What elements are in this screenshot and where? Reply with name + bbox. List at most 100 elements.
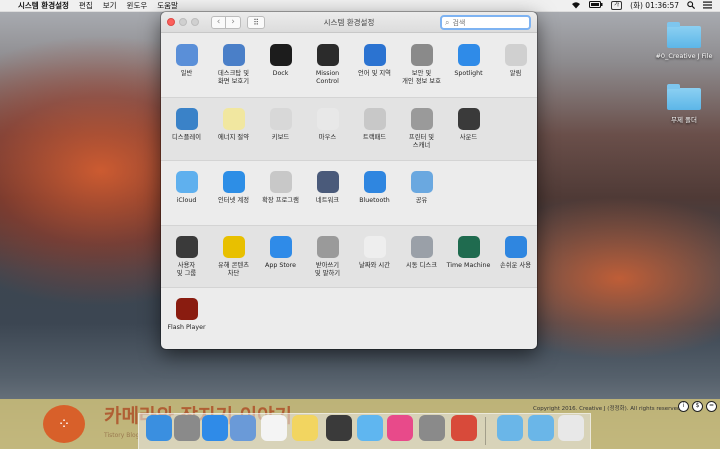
pref-pane-label: 일반 [180,70,193,77]
back-button[interactable]: ‹ [211,15,226,29]
desktop-folder-untitled[interactable]: 무제 폴더 [654,84,714,124]
search-icon: ⌕ [445,17,450,27]
menu-app-name[interactable]: 시스템 환경설정 [18,0,69,11]
safari-icon[interactable] [202,415,228,441]
desktop-folder-creative-j[interactable]: #0_Creative J File [654,22,714,60]
notification-center-icon[interactable] [703,1,712,11]
show-all-grid-button[interactable]: ⠿ [247,15,265,29]
minimize-button[interactable] [179,18,187,26]
finder-icon[interactable] [146,415,172,441]
pref-pane-extensions[interactable]: 확장 프로그램 [257,171,304,225]
pref-pane-network[interactable]: 네트워크 [304,171,351,225]
calendar-icon[interactable] [261,415,287,441]
pref-pane-printers-scanners[interactable]: 프린터 및 스캐너 [398,108,445,160]
close-button[interactable] [167,18,175,26]
pref-pane-label: Dock [272,70,289,77]
menu-edit[interactable]: 편집 [79,0,93,11]
pref-pane-label: 언어 및 지역 [358,70,391,77]
menu-clock[interactable]: (화) 01:36:57 [630,0,679,11]
pref-pane-spotlight[interactable]: Spotlight [445,44,492,97]
pref-pane-energy-saver[interactable]: 에너지 절약 [210,108,257,160]
pref-pane-icloud[interactable]: iCloud [163,171,210,225]
wifi-icon[interactable] [571,1,581,11]
battery-icon[interactable] [589,1,603,10]
system-preferences-window: ‹ › ⠿ 시스템 환경설정 ⌕ 일반 데스크탑 및 화면 보호기 Dock Miss… [161,12,537,349]
general-icon [175,44,198,66]
menu-bar: 시스템 환경설정 편집 보기 윈도우 도움말 가 (화) 01:36:57 [0,0,720,12]
dock-separator [485,417,486,445]
system-preferences-icon[interactable] [419,415,445,441]
pref-pane-notifications[interactable]: 알림 [492,44,537,97]
pref-pane-security-privacy[interactable]: 보안 및 개인 정보 보호 [398,44,445,97]
pref-pane-time-machine[interactable]: Time Machine [445,236,492,287]
menu-help[interactable]: 도움말 [157,0,178,11]
folder-icon [667,22,701,48]
pref-pane-label: 데스크탑 및 화면 보호기 [218,70,249,85]
pref-pane-label: 네트워크 [315,197,340,204]
menu-view[interactable]: 보기 [103,0,117,11]
creative-cloud-icon[interactable] [451,415,477,441]
icloud-icon [175,171,198,193]
pref-pane-dictation-speech[interactable]: 받아쓰기 및 말하기 [304,236,351,287]
pref-pane-dock[interactable]: Dock [257,44,304,97]
displays-icon [175,108,198,130]
input-source-icon[interactable]: 가 [611,1,623,10]
messages-icon[interactable] [357,415,383,441]
downloads-folder-icon[interactable] [497,415,523,441]
date-time-icon [363,236,386,258]
pref-pane-label: 에너지 절약 [218,134,249,141]
notes-icon[interactable] [292,415,318,441]
search-input[interactable] [452,18,513,27]
pref-pane-sharing[interactable]: 공유 [398,171,445,225]
printers-scanners-icon [410,108,433,130]
extensions-icon [269,171,292,193]
preview-icon[interactable] [230,415,256,441]
pref-pane-flash-player[interactable]: Flash Player [163,298,210,349]
startup-disk-icon [410,236,433,258]
documents-folder-icon[interactable] [528,415,554,441]
keyboard-icon [269,108,292,130]
energy-saver-icon [222,108,245,130]
menu-window[interactable]: 윈도우 [127,0,148,11]
pref-pane-startup-disk[interactable]: 시동 디스크 [398,236,445,287]
time-machine-icon [457,236,480,258]
forward-button[interactable]: › [226,15,241,29]
pref-pane-users-groups[interactable]: 사용자 및 그룹 [163,236,210,287]
trash-icon[interactable] [558,415,584,441]
cc-nc-icon: $ [692,401,703,412]
security-privacy-icon [410,44,433,66]
cc-by-icon: i [678,401,689,412]
desktop-item-label: 무제 폴더 [671,116,697,124]
pref-pane-parental-controls[interactable]: 유해 콘텐츠 차단 [210,236,257,287]
pref-pane-label: 확장 프로그램 [262,197,299,204]
pref-pane-desktop-screensaver[interactable]: 데스크탑 및 화면 보호기 [210,44,257,97]
zoom-button[interactable] [191,18,199,26]
pref-pane-trackpad[interactable]: 트랙패드 [351,108,398,160]
pref-pane-mission-control[interactable]: Mission Control [304,44,351,97]
preference-section-1: 일반 데스크탑 및 화면 보호기 Dock Mission Control 언어 및 지… [161,33,537,97]
window-titlebar[interactable]: ‹ › ⠿ 시스템 환경설정 ⌕ [161,12,537,33]
pref-pane-sound[interactable]: 사운드 [445,108,492,160]
pref-pane-mouse[interactable]: 마우스 [304,108,351,160]
launchpad-icon[interactable] [174,415,200,441]
pref-pane-keyboard[interactable]: 키보드 [257,108,304,160]
pref-pane-date-time[interactable]: 날짜와 시간 [351,236,398,287]
search-field[interactable]: ⌕ [440,15,531,30]
dock-icon [269,44,292,66]
spotlight-menu-icon[interactable] [687,0,696,11]
preference-section-4: 사용자 및 그룹 유해 콘텐츠 차단 App Store 받아쓰기 및 말하기 날짜와 … [161,225,537,288]
pref-pane-bluetooth[interactable]: Bluetooth [351,171,398,225]
pref-pane-internet-accounts[interactable]: 인터넷 계정 [210,171,257,225]
pref-pane-general[interactable]: 일반 [163,44,210,97]
itunes-icon[interactable] [387,415,413,441]
pref-pane-label: iCloud [176,197,197,204]
pref-pane-displays[interactable]: 디스플레이 [163,108,210,160]
pref-pane-label: 인터넷 계정 [218,197,249,204]
parental-controls-icon [222,236,245,258]
pref-pane-label: Flash Player [167,324,206,331]
pref-pane-accessibility[interactable]: 손쉬운 사용 [492,236,537,287]
final-cut-icon[interactable] [326,415,352,441]
pref-pane-app-store[interactable]: App Store [257,236,304,287]
internet-accounts-icon [222,171,245,193]
pref-pane-language-region[interactable]: 언어 및 지역 [351,44,398,97]
